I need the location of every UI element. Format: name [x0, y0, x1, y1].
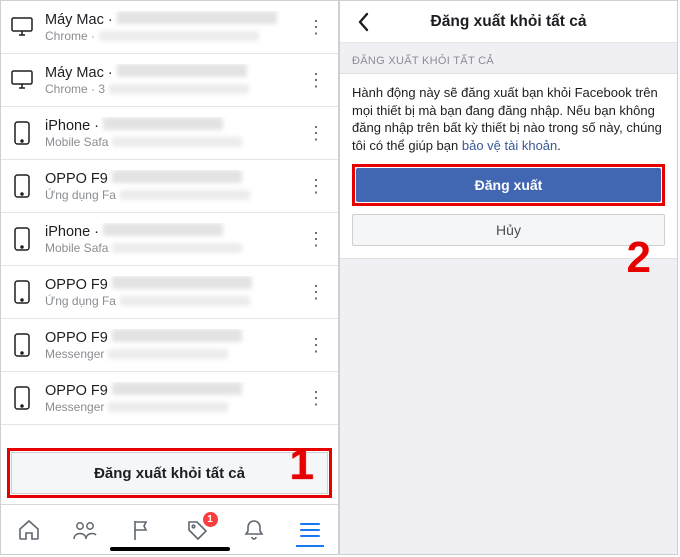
- phone-icon: [9, 385, 35, 411]
- step-1-annotation: 1: [290, 440, 314, 490]
- row-menu-button[interactable]: ⋮: [304, 117, 328, 149]
- phone-icon: [9, 120, 35, 146]
- device-row[interactable]: OPPO F9Messenger⋮: [1, 372, 338, 425]
- device-text: OPPO F9Ứng dụng Fa: [45, 170, 304, 202]
- device-title: Máy Mac ·: [45, 64, 304, 81]
- device-title: OPPO F9: [45, 170, 304, 187]
- phone-icon: [9, 279, 35, 305]
- home-indicator: [110, 547, 230, 551]
- tab-pages[interactable]: [127, 516, 155, 544]
- phone-icon: [9, 173, 35, 199]
- tab-notifications[interactable]: [240, 516, 268, 544]
- device-subtitle: Mobile Safa: [45, 241, 304, 255]
- device-subtitle: Messenger: [45, 400, 304, 414]
- desktop-icon: [9, 14, 35, 40]
- back-button[interactable]: [346, 1, 380, 42]
- chevron-left-icon: [356, 11, 370, 33]
- device-list: Máy Mac ·Chrome ·⋮Máy Mac ·Chrome · 3⋮iP…: [1, 1, 338, 425]
- more-vertical-icon: ⋮: [307, 388, 325, 409]
- more-vertical-icon: ⋮: [307, 176, 325, 197]
- row-menu-button[interactable]: ⋮: [304, 329, 328, 361]
- row-menu-button[interactable]: ⋮: [304, 382, 328, 414]
- left-phone: Máy Mac ·Chrome ·⋮Máy Mac ·Chrome · 3⋮iP…: [0, 0, 339, 555]
- device-title: iPhone ·: [45, 223, 304, 240]
- device-subtitle: Chrome · 3: [45, 82, 304, 96]
- device-title: Máy Mac ·: [45, 11, 304, 28]
- home-icon: [17, 518, 41, 542]
- logout-all-highlight: Đăng xuất khỏi tất cả: [7, 448, 332, 498]
- device-title: OPPO F9: [45, 276, 304, 293]
- row-menu-button[interactable]: ⋮: [304, 11, 328, 43]
- button-stack: Đăng xuất Hủy: [352, 164, 665, 246]
- more-vertical-icon: ⋮: [307, 70, 325, 91]
- header: Đăng xuất khỏi tất cả: [340, 1, 677, 43]
- more-vertical-icon: ⋮: [307, 229, 325, 250]
- section-caption: ĐĂNG XUẤT KHỎI TẤT CẢ: [340, 43, 677, 73]
- device-text: OPPO F9Messenger: [45, 329, 304, 361]
- device-subtitle: Messenger: [45, 347, 304, 361]
- friends-icon: [72, 518, 98, 542]
- protect-account-link[interactable]: bảo vệ tài khoản: [462, 138, 557, 153]
- phone-icon: [9, 332, 35, 358]
- logout-all-button[interactable]: Đăng xuất khỏi tất cả: [11, 452, 328, 494]
- right-phone: Đăng xuất khỏi tất cả ĐĂNG XUẤT KHỎI TẤT…: [339, 0, 678, 555]
- tab-friends[interactable]: [71, 516, 99, 544]
- device-row[interactable]: Máy Mac ·Chrome ·⋮: [1, 1, 338, 54]
- device-text: Máy Mac ·Chrome · 3: [45, 64, 304, 96]
- tab-bar: 1: [1, 504, 338, 554]
- device-row[interactable]: OPPO F9Messenger⋮: [1, 319, 338, 372]
- flag-icon: [130, 518, 152, 542]
- device-row[interactable]: Máy Mac ·Chrome · 3⋮: [1, 54, 338, 107]
- device-row[interactable]: iPhone ·Mobile Safa⋮: [1, 107, 338, 160]
- device-text: OPPO F9Messenger: [45, 382, 304, 414]
- logout-button[interactable]: Đăng xuất: [356, 168, 661, 202]
- bell-icon: [243, 518, 265, 542]
- row-menu-button[interactable]: ⋮: [304, 276, 328, 308]
- device-subtitle: Ứng dụng Fa: [45, 294, 304, 308]
- logout-card: Hành động này sẽ đăng xuất bạn khỏi Face…: [340, 73, 677, 259]
- notification-badge: 1: [203, 512, 218, 527]
- more-vertical-icon: ⋮: [307, 17, 325, 38]
- phone-icon: [9, 226, 35, 252]
- row-menu-button[interactable]: ⋮: [304, 170, 328, 202]
- device-text: iPhone ·Mobile Safa: [45, 223, 304, 255]
- device-text: OPPO F9Ứng dụng Fa: [45, 276, 304, 308]
- cancel-button[interactable]: Hủy: [352, 214, 665, 246]
- device-title: iPhone ·: [45, 117, 304, 134]
- more-vertical-icon: ⋮: [307, 335, 325, 356]
- tab-marketplace[interactable]: 1: [184, 516, 212, 544]
- tab-home[interactable]: [15, 516, 43, 544]
- device-row[interactable]: iPhone ·Mobile Safa⋮: [1, 213, 338, 266]
- menu-icon: [299, 521, 321, 539]
- device-row[interactable]: OPPO F9Ứng dụng Fa⋮: [1, 160, 338, 213]
- tab-menu[interactable]: [296, 519, 324, 547]
- page-body: ĐĂNG XUẤT KHỎI TẤT CẢ Hành động này sẽ đ…: [340, 43, 677, 554]
- device-row[interactable]: OPPO F9Ứng dụng Fa⋮: [1, 266, 338, 319]
- step-2-annotation: 2: [627, 233, 651, 283]
- device-title: OPPO F9: [45, 382, 304, 399]
- page-title: Đăng xuất khỏi tất cả: [431, 13, 587, 31]
- row-menu-button[interactable]: ⋮: [304, 223, 328, 255]
- more-vertical-icon: ⋮: [307, 282, 325, 303]
- card-description: Hành động này sẽ đăng xuất bạn khỏi Face…: [352, 84, 665, 154]
- device-subtitle: Mobile Safa: [45, 135, 304, 149]
- device-title: OPPO F9: [45, 329, 304, 346]
- device-subtitle: Chrome ·: [45, 29, 304, 43]
- device-text: Máy Mac ·Chrome ·: [45, 11, 304, 43]
- logout-highlight: Đăng xuất: [352, 164, 665, 206]
- row-menu-button[interactable]: ⋮: [304, 64, 328, 96]
- device-subtitle: Ứng dụng Fa: [45, 188, 304, 202]
- desktop-icon: [9, 67, 35, 93]
- device-text: iPhone ·Mobile Safa: [45, 117, 304, 149]
- more-vertical-icon: ⋮: [307, 123, 325, 144]
